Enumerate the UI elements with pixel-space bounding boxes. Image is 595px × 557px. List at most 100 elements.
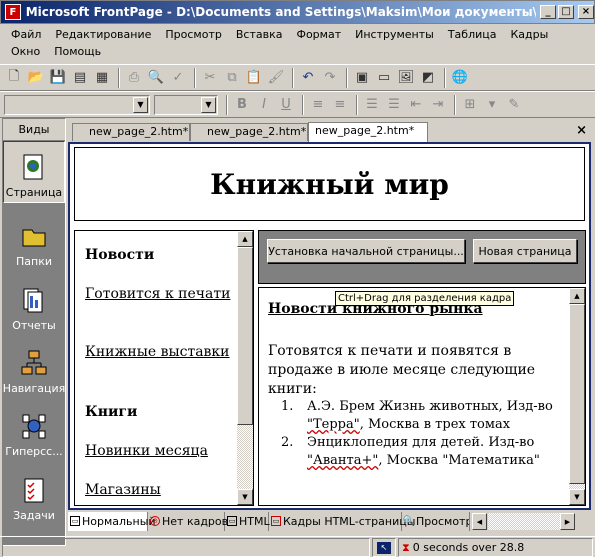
new-page-icon[interactable]: 🗋 (4, 68, 24, 88)
style-dropdown[interactable]: ▼ (4, 94, 150, 115)
tasks-icon (19, 475, 49, 505)
font-size-dropdown[interactable]: ▼ (154, 94, 218, 115)
scroll-left-icon[interactable]: ◀ (472, 513, 487, 530)
folder-list-icon[interactable]: ▦ (92, 68, 112, 88)
left-frame-scrollbar[interactable]: ▲ ▼ (237, 231, 253, 505)
menu-frames[interactable]: Кадры (503, 26, 555, 43)
open-icon[interactable]: 📂 (26, 68, 46, 88)
close-document-icon[interactable]: × (576, 123, 587, 138)
scroll-up-icon[interactable]: ▲ (569, 288, 585, 304)
page-editor[interactable]: Книжный мир Новости Готовится к печати К… (68, 142, 591, 510)
maximize-button[interactable]: □ (558, 5, 574, 19)
scroll-down-icon[interactable]: ▼ (237, 489, 253, 505)
italic-icon[interactable]: I (254, 95, 274, 115)
view-tasks[interactable]: Задачи (3, 463, 65, 525)
copy-icon[interactable]: ⧉ (222, 68, 242, 88)
tab-html[interactable]: ▭ HTML (225, 512, 270, 531)
view-reports[interactable]: Отчеты (3, 273, 65, 335)
tab-normal[interactable]: ▭ Нормальный (68, 512, 156, 531)
menu-format[interactable]: Формат (289, 26, 348, 43)
link-new-releases[interactable]: Новинки месяца (85, 442, 235, 461)
title-bar: F Microsoft FrontPage - D:\Documents and… (0, 0, 595, 24)
underline-icon[interactable]: U (276, 95, 296, 115)
menu-window[interactable]: Окно (4, 43, 47, 60)
format-painter-icon[interactable]: 🖌 (266, 68, 286, 88)
scroll-down-icon[interactable]: ▼ (569, 489, 585, 505)
formatting-toolbar: ▼ ▼ B I U ≡ ≡ ☰ ☰ ⇤ ⇥ ⊞ ▾ ✎ (0, 91, 595, 118)
save-icon[interactable]: 💾 (48, 68, 68, 88)
redo-icon[interactable]: ↷ (320, 68, 340, 88)
frame-split-tooltip: Ctrl+Drag для разделения кадра (335, 291, 515, 306)
view-folders[interactable]: Папки (3, 209, 65, 271)
link-book-fairs[interactable]: Книжные выставки (85, 343, 235, 362)
insert-component-icon[interactable]: ▣ (352, 68, 372, 88)
connection-icon: ↖ (377, 541, 391, 554)
main-frame-scrollbar[interactable]: ▲ ▼ (569, 288, 585, 505)
link-books[interactable]: Книги (85, 403, 235, 422)
tab-doc-1[interactable]: new_page_2.htm* (72, 123, 190, 141)
horizontal-scrollbar[interactable] (488, 513, 560, 530)
scroll-right-icon[interactable]: ▶ (560, 513, 575, 530)
undo-icon[interactable]: ↶ (298, 68, 318, 88)
link-coming-soon[interactable]: Готовится к печати (85, 285, 235, 304)
html-icon: ▭ (227, 516, 237, 526)
new-frame-placeholder[interactable]: Установка начальной страницы... Новая ст… (258, 230, 586, 284)
menu-tools[interactable]: Инструменты (348, 26, 441, 43)
view-hyperlinks[interactable]: Гиперсс... (3, 399, 65, 461)
tab-doc-3[interactable]: new_page_2.htm* (308, 122, 428, 142)
borders-icon[interactable]: ⊞ (460, 95, 480, 115)
menu-insert[interactable]: Вставка (229, 26, 290, 43)
decrease-indent-icon[interactable]: ⇤ (406, 95, 426, 115)
link-news[interactable]: Новости (85, 246, 235, 265)
main-frame[interactable]: Новости книжного рынка Готовятся к печат… (258, 287, 586, 506)
image-icon[interactable]: ◩ (418, 68, 438, 88)
bullet-list-icon[interactable]: ☰ (384, 95, 404, 115)
hyperlink-icon[interactable]: 🌐 (450, 68, 470, 88)
menu-edit[interactable]: Редактирование (48, 26, 158, 43)
publish-icon[interactable]: ▤ (70, 68, 90, 88)
tab-doc-2[interactable]: new_page_2.htm* (190, 123, 308, 141)
font-color-icon[interactable]: ✎ (504, 95, 524, 115)
scroll-up-icon[interactable]: ▲ (237, 231, 253, 247)
highlight-icon[interactable]: ▾ (482, 95, 502, 115)
set-initial-page-button[interactable]: Установка начальной страницы... (267, 239, 465, 263)
align-center-icon[interactable]: ≡ (330, 95, 350, 115)
chevron-down-icon: ▼ (201, 96, 216, 113)
close-button[interactable]: × (578, 5, 594, 19)
view-page[interactable]: Страница (3, 141, 65, 203)
list-item: 1. А.Э. Брем Жизнь животных, Изд-во "Тер… (281, 399, 553, 432)
banner-frame[interactable]: Книжный мир (74, 147, 585, 221)
bold-icon[interactable]: B (232, 95, 252, 115)
list-item: 2. Энциклопедия для детей. Изд-во "Авант… (281, 435, 540, 468)
scroll-thumb[interactable] (237, 247, 253, 425)
menu-file[interactable]: Файл (4, 26, 48, 43)
numbered-list-icon[interactable]: ☰ (362, 95, 382, 115)
align-left-icon[interactable]: ≡ (308, 95, 328, 115)
main-intro: Готовятся к печати и появятся в продаже … (268, 343, 536, 397)
reports-icon (19, 285, 49, 315)
minimize-button[interactable]: _ (540, 5, 556, 19)
tab-no-frames[interactable]: ⊘ Нет кадров (148, 512, 228, 531)
menu-table[interactable]: Таблица (441, 26, 504, 43)
cut-icon[interactable]: ✂ (200, 68, 220, 88)
tab-preview[interactable]: 🔍 Просмотр (402, 512, 470, 531)
insert-picture-icon[interactable]: 🖼 (396, 68, 416, 88)
spelling-icon[interactable]: ✓ (168, 68, 188, 88)
new-page-button[interactable]: Новая страница (473, 239, 577, 263)
print-icon[interactable]: ⎙ (124, 68, 144, 88)
increase-indent-icon[interactable]: ⇥ (428, 95, 448, 115)
preview-icon[interactable]: 🔍 (146, 68, 166, 88)
tab-frames-html[interactable]: ▭ Кадры HTML-страницы (269, 512, 415, 531)
menu-view[interactable]: Просмотр (158, 26, 228, 43)
contents-frame[interactable]: Новости Готовится к печати Книжные выста… (74, 230, 254, 506)
books-list: 1. А.Э. Брем Жизнь животных, Изд-во "Тер… (281, 398, 571, 470)
insert-table-icon[interactable]: ▭ (374, 68, 394, 88)
scroll-thumb[interactable] (569, 304, 585, 484)
link-shops[interactable]: Магазины (85, 481, 235, 500)
frontpage-logo-icon: F (5, 4, 21, 20)
misspelled-word: "Аванта+" (307, 453, 379, 468)
normal-view-icon: ▭ (70, 516, 80, 526)
paste-icon[interactable]: 📋 (244, 68, 264, 88)
view-navigation[interactable]: Навигация (3, 336, 65, 398)
menu-help[interactable]: Помощь (47, 43, 108, 60)
